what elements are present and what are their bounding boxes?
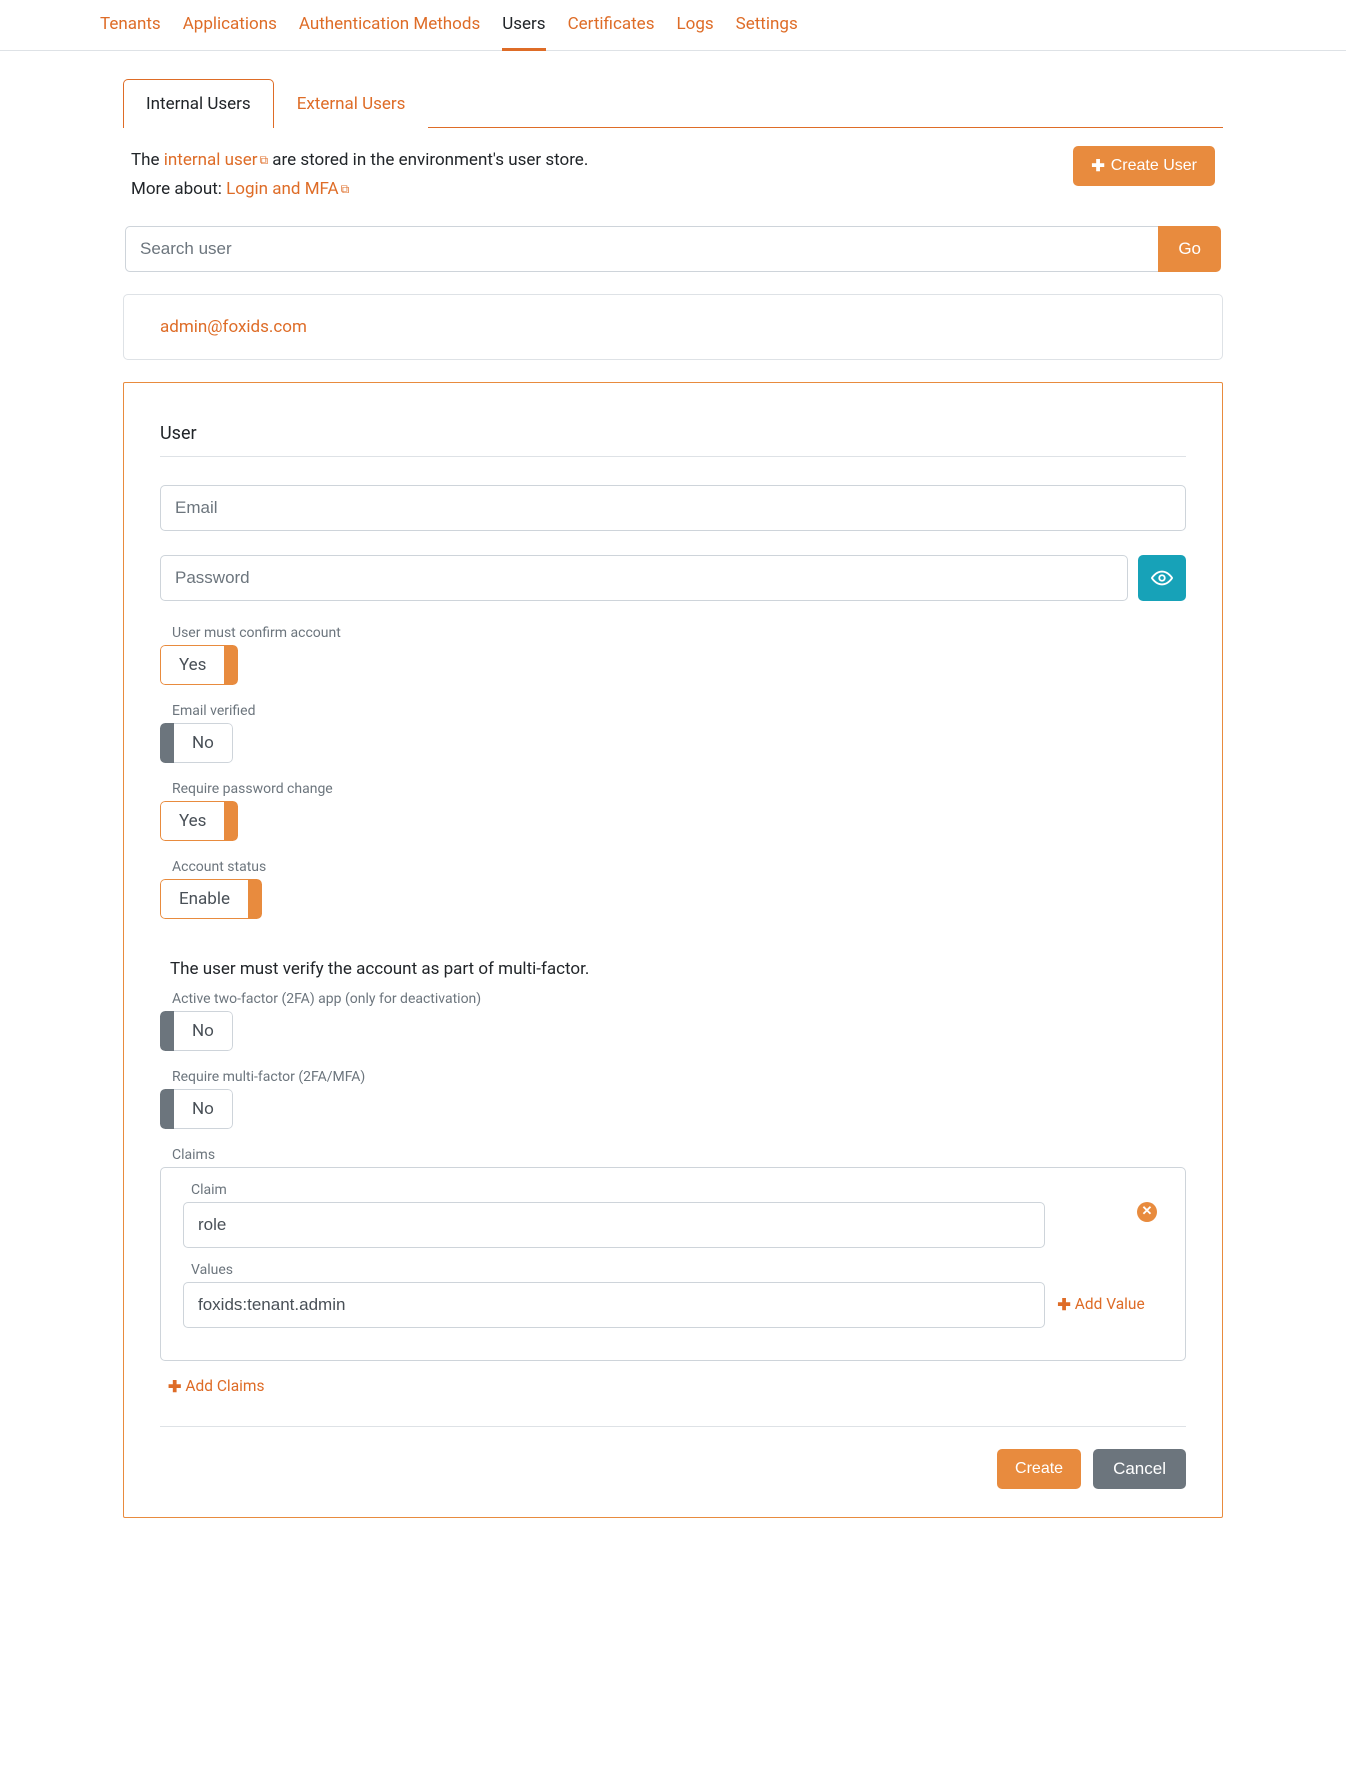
toggle-value: Yes	[160, 645, 224, 685]
plus-icon: ✚	[168, 1377, 181, 1396]
add-claims-button[interactable]: ✚ Add Claims	[168, 1377, 265, 1396]
close-icon: ✕	[1142, 1204, 1153, 1219]
cancel-button[interactable]: Cancel	[1093, 1449, 1186, 1489]
divider	[160, 456, 1186, 457]
toggle-value: No	[174, 723, 233, 763]
remove-claim-button[interactable]: ✕	[1137, 1202, 1157, 1222]
add-value-button[interactable]: ✚ Add Value	[1057, 1295, 1144, 1314]
email-verified-toggle[interactable]: No	[160, 723, 233, 763]
toggle-knob	[160, 1089, 174, 1129]
toggle-knob	[224, 801, 238, 841]
claims-box: ✕ Claim Values ✚ Add Value	[160, 1167, 1186, 1361]
user-subtabs: Internal Users External Users	[123, 79, 1223, 128]
info-more-label: More about:	[131, 179, 226, 199]
email-verified-label: Email verified	[172, 703, 1186, 719]
account-status-label: Account status	[172, 859, 1186, 875]
require-mfa-label: Require multi-factor (2FA/MFA)	[172, 1069, 1186, 1085]
require-mfa-toggle[interactable]: No	[160, 1089, 233, 1129]
toggle-value: Enable	[160, 879, 248, 919]
confirm-account-toggle[interactable]: Yes	[160, 645, 238, 685]
info-mid: are stored in the environment's user sto…	[268, 150, 588, 170]
confirm-account-label: User must confirm account	[172, 625, 1186, 641]
add-claims-label: Add Claims	[185, 1377, 264, 1395]
account-status-toggle[interactable]: Enable	[160, 879, 262, 919]
link-internal-user[interactable]: internal user⧉	[164, 150, 268, 170]
user-list-item[interactable]: admin@foxids.com	[123, 294, 1223, 360]
active-2fa-toggle[interactable]: No	[160, 1011, 233, 1051]
search-input[interactable]	[125, 226, 1158, 272]
values-input[interactable]	[183, 1282, 1045, 1328]
go-button[interactable]: Go	[1158, 226, 1221, 272]
plus-icon: ✚	[1057, 1295, 1070, 1314]
claims-section-label: Claims	[172, 1147, 1186, 1163]
tab-external-users[interactable]: External Users	[274, 79, 429, 128]
link-login-mfa[interactable]: Login and MFA⧉	[226, 179, 349, 199]
email-field[interactable]	[160, 485, 1186, 531]
form-title: User	[160, 423, 1186, 444]
claim-label: Claim	[191, 1182, 1163, 1198]
password-field[interactable]	[160, 555, 1128, 601]
require-pw-change-toggle[interactable]: Yes	[160, 801, 238, 841]
toggle-knob	[160, 1011, 174, 1051]
eye-icon	[1151, 567, 1173, 589]
divider	[160, 1426, 1186, 1427]
toggle-knob	[224, 645, 238, 685]
create-user-button[interactable]: ✚ Create User	[1073, 146, 1215, 186]
external-link-icon: ⧉	[260, 153, 269, 167]
toggle-knob	[160, 723, 174, 763]
nav-applications[interactable]: Applications	[183, 14, 277, 51]
create-button[interactable]: Create	[997, 1449, 1081, 1489]
user-form-panel: User User must confirm account Yes Email…	[123, 382, 1223, 1518]
top-nav: Tenants Applications Authentication Meth…	[0, 0, 1346, 51]
active-2fa-label: Active two-factor (2FA) app (only for de…	[172, 991, 1186, 1007]
values-label: Values	[191, 1262, 1163, 1278]
nav-auth-methods[interactable]: Authentication Methods	[299, 14, 480, 51]
create-user-label: Create User	[1111, 157, 1197, 175]
add-value-label: Add Value	[1075, 1295, 1145, 1313]
toggle-value: Yes	[160, 801, 224, 841]
require-pw-change-label: Require password change	[172, 781, 1186, 797]
nav-tenants[interactable]: Tenants	[100, 14, 161, 51]
nav-users[interactable]: Users	[502, 14, 545, 51]
info-prefix: The	[131, 150, 164, 170]
tab-internal-users[interactable]: Internal Users	[123, 79, 274, 128]
info-text: The internal user⧉ are stored in the env…	[131, 146, 588, 204]
claim-input[interactable]	[183, 1202, 1045, 1248]
toggle-value: No	[174, 1011, 233, 1051]
show-password-button[interactable]	[1138, 555, 1186, 601]
nav-logs[interactable]: Logs	[676, 14, 713, 51]
toggle-value: No	[174, 1089, 233, 1129]
external-link-icon: ⧉	[341, 182, 350, 196]
nav-settings[interactable]: Settings	[736, 14, 798, 51]
toggle-knob	[248, 879, 262, 919]
plus-icon: ✚	[1091, 156, 1104, 176]
nav-certificates[interactable]: Certificates	[568, 14, 655, 51]
mfa-note: The user must verify the account as part…	[170, 959, 1186, 979]
user-email-link[interactable]: admin@foxids.com	[160, 317, 307, 337]
